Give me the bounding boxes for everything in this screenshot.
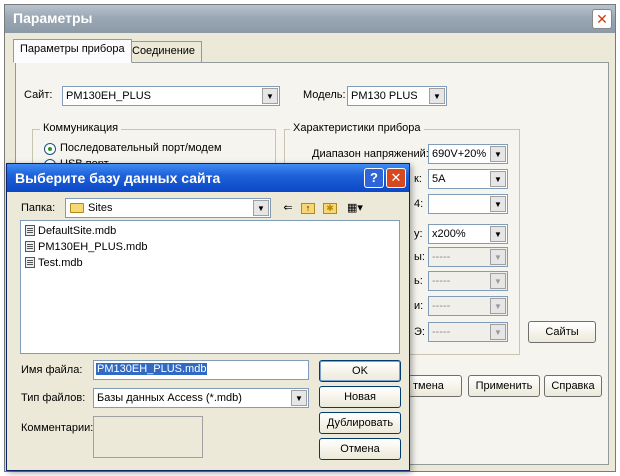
filetype-label: Тип файлов: — [21, 392, 86, 404]
char-8-value: ----- — [432, 326, 451, 338]
chevron-down-icon: ▼ — [490, 273, 506, 289]
filename-input-value: PM130EH_PLUS.mdb — [96, 363, 208, 375]
close-icon: ✕ — [596, 11, 608, 27]
char-4-value: x200% — [432, 228, 466, 240]
chevron-down-icon: ▼ — [490, 146, 506, 162]
char-3-select[interactable]: ▼ — [428, 194, 508, 214]
voltage-range-select[interactable]: 690V+20% ▼ — [428, 144, 508, 164]
communication-group-title: Коммуникация — [40, 122, 122, 134]
tab-device-parameters[interactable]: Параметры прибора — [13, 39, 132, 63]
file-list[interactable]: DefaultSite.mdb PM130EH_PLUS.mdb Test.md… — [20, 220, 400, 354]
parameters-close-button[interactable]: ✕ — [592, 9, 612, 29]
folder-label: Папка: — [21, 202, 56, 214]
list-item-label: PM130EH_PLUS.mdb — [38, 241, 148, 253]
current-select[interactable]: 5A ▼ — [428, 169, 508, 189]
dialog-close-button[interactable]: ✕ — [386, 168, 406, 188]
cancel-button[interactable]: тмена — [408, 375, 462, 397]
tab-connection[interactable]: Соединение — [125, 41, 203, 63]
cancel-dialog-button[interactable]: Отмена — [319, 438, 401, 460]
back-arrow-icon[interactable]: ⇐ — [279, 200, 297, 216]
filename-input[interactable]: PM130EH_PLUS.mdb — [93, 360, 309, 380]
sites-button[interactable]: Сайты — [528, 321, 596, 343]
char-3-label: 4: — [414, 198, 424, 210]
comments-field[interactable] — [93, 416, 203, 458]
char-4-label: у: — [414, 228, 423, 240]
chevron-down-icon: ▼ — [490, 249, 506, 265]
char-6-label: ь: — [414, 275, 423, 287]
tab-connection-label: Соединение — [132, 45, 196, 57]
char-6-value: ----- — [432, 275, 451, 287]
char-7-value: ----- — [432, 300, 451, 312]
current-value: 5A — [432, 173, 446, 185]
chevron-down-icon: ▼ — [490, 324, 506, 340]
model-select[interactable]: PM130 PLUS ▼ — [347, 86, 447, 106]
char-5-value: ----- — [432, 251, 451, 263]
model-label: Модель: — [303, 89, 346, 101]
char-8-label: Э: — [414, 326, 425, 338]
radio-serial-port[interactable] — [44, 143, 56, 155]
database-file-icon — [25, 241, 35, 252]
char-7-select[interactable]: ----- ▼ — [428, 296, 508, 316]
chevron-down-icon: ▼ — [490, 196, 506, 212]
current-label: к: — [414, 173, 422, 185]
help-button[interactable]: Справка — [544, 375, 602, 397]
tab-device-parameters-label: Параметры прибора — [20, 43, 125, 55]
folder-select[interactable]: Sites ▼ — [65, 198, 271, 218]
ok-button[interactable]: OK — [319, 360, 401, 382]
char-4-select[interactable]: x200% ▼ — [428, 224, 508, 244]
characteristics-group-title: Характеристики прибора — [290, 122, 424, 134]
chevron-down-icon: ▼ — [291, 390, 307, 406]
list-item-label: Test.mdb — [38, 257, 83, 269]
new-database-button[interactable]: Новая — [319, 386, 401, 408]
char-6-select[interactable]: ----- ▼ — [428, 271, 508, 291]
list-item[interactable]: DefaultSite.mdb — [25, 225, 116, 237]
apply-button[interactable]: Применить — [468, 375, 540, 397]
voltage-range-value: 690V+20% — [432, 148, 487, 160]
list-item-label: DefaultSite.mdb — [38, 225, 117, 237]
list-item[interactable]: Test.mdb — [25, 257, 83, 269]
filetype-select[interactable]: Базы данных Access (*.mdb) ▼ — [93, 388, 309, 408]
comments-label: Комментарии: — [21, 422, 94, 434]
up-folder-icon[interactable]: ↑ — [299, 200, 317, 216]
dialog-title: Выберите базу данных сайта — [15, 170, 221, 186]
list-item[interactable]: PM130EH_PLUS.mdb — [25, 241, 147, 253]
filetype-select-value: Базы данных Access (*.mdb) — [97, 392, 242, 404]
database-file-icon — [25, 225, 35, 236]
new-folder-icon[interactable]: ✱ — [321, 200, 339, 216]
char-5-select[interactable]: ----- ▼ — [428, 247, 508, 267]
close-icon: ✕ — [390, 170, 402, 185]
site-select[interactable]: PM130EH_PLUS ▼ — [62, 86, 280, 106]
model-select-value: PM130 PLUS — [351, 90, 418, 102]
char-8-select[interactable]: ----- ▼ — [428, 322, 508, 342]
chevron-down-icon: ▼ — [490, 298, 506, 314]
filename-label: Имя файла: — [21, 364, 83, 376]
view-menu-icon[interactable]: ▦▾ — [343, 200, 367, 216]
database-file-icon — [25, 257, 35, 268]
radio-serial-port-label: Последовательный порт/модем — [60, 142, 222, 154]
duplicate-button[interactable]: Дублировать — [319, 412, 401, 434]
chevron-down-icon: ▼ — [253, 200, 269, 216]
dialog-help-button[interactable]: ? — [364, 168, 384, 188]
parameters-window-title: Параметры — [13, 10, 93, 26]
voltage-range-label: Диапазон напряжений: — [312, 148, 429, 160]
chevron-down-icon: ▼ — [490, 171, 506, 187]
chevron-down-icon: ▼ — [490, 226, 506, 242]
char-5-label: ы: — [414, 251, 425, 263]
select-site-database-dialog: Выберите базу данных сайта ? ✕ Папка: Si… — [6, 163, 410, 471]
folder-select-value: Sites — [88, 202, 113, 214]
folder-icon — [70, 203, 84, 213]
help-icon: ? — [370, 170, 378, 185]
site-label: Сайт: — [24, 89, 53, 101]
dialog-title-bar[interactable]: Выберите базу данных сайта ? ✕ — [7, 164, 409, 192]
chevron-down-icon: ▼ — [262, 88, 278, 104]
chevron-down-icon: ▼ — [429, 88, 445, 104]
char-7-label: и: — [414, 300, 424, 312]
site-select-value: PM130EH_PLUS — [66, 90, 151, 102]
parameters-title-bar[interactable]: Параметры ✕ — [5, 5, 615, 33]
